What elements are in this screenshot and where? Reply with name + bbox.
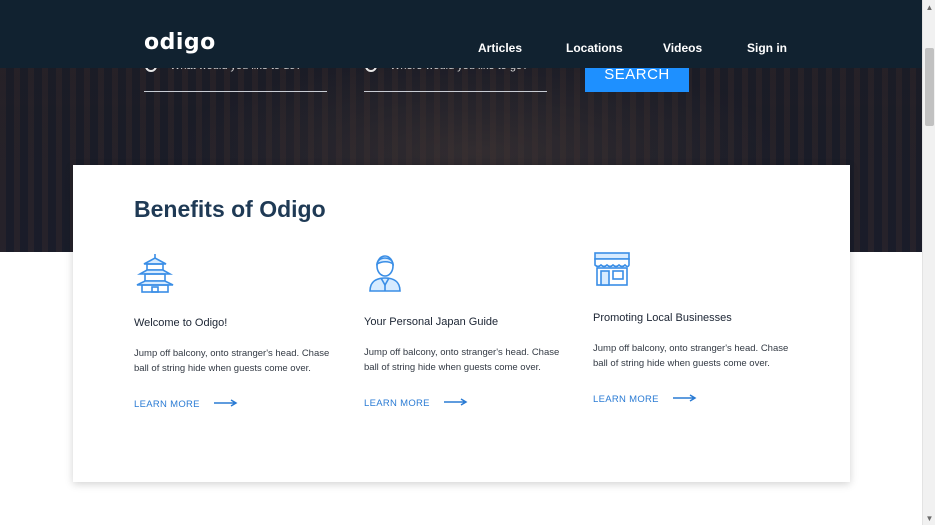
learn-more-link[interactable]: LEARN MORE [593,394,697,405]
arrow-right-icon [213,399,238,410]
nav-videos[interactable]: Videos [663,41,702,55]
benefit-title: Welcome to Odigo! [134,317,228,329]
benefits-title: Benefits of Odigo [134,196,326,222]
benefit-description: Jump off balcony, onto stranger's head. … [134,348,330,374]
benefit-description: Jump off balcony, onto stranger's head. … [364,347,560,373]
arrow-right-icon [443,398,468,409]
scroll-thumb[interactable] [925,48,934,126]
arrow-right-icon [672,394,697,405]
scroll-up-icon[interactable]: ▲ [923,0,935,14]
odigo-logo[interactable]: odigo [144,30,216,55]
top-header: odigo Articles Locations Videos Sign in [0,0,922,68]
learn-more-link[interactable]: LEARN MORE [134,399,238,410]
scroll-down-icon[interactable]: ▼ [923,511,935,525]
learn-more-label: LEARN MORE [593,394,659,405]
benefits-card: Benefits of Odigo Welcome to Odigo! Jump… [73,165,850,482]
nav-sign-in[interactable]: Sign in [747,41,787,55]
benefit-title: Promoting Local Businesses [593,312,732,324]
benefit-description: Jump off balcony, onto stranger's head. … [593,343,789,369]
learn-more-label: LEARN MORE [134,399,200,410]
page-scrollbar[interactable]: ▲ ▼ [922,0,935,525]
person-guide-icon [364,251,406,293]
learn-more-label: LEARN MORE [364,398,430,409]
storefront-icon [593,251,635,293]
pagoda-icon [134,252,176,294]
benefit-title: Your Personal Japan Guide [364,316,499,328]
nav-locations[interactable]: Locations [566,41,623,55]
nav-articles[interactable]: Articles [478,41,522,55]
learn-more-link[interactable]: LEARN MORE [364,398,468,409]
